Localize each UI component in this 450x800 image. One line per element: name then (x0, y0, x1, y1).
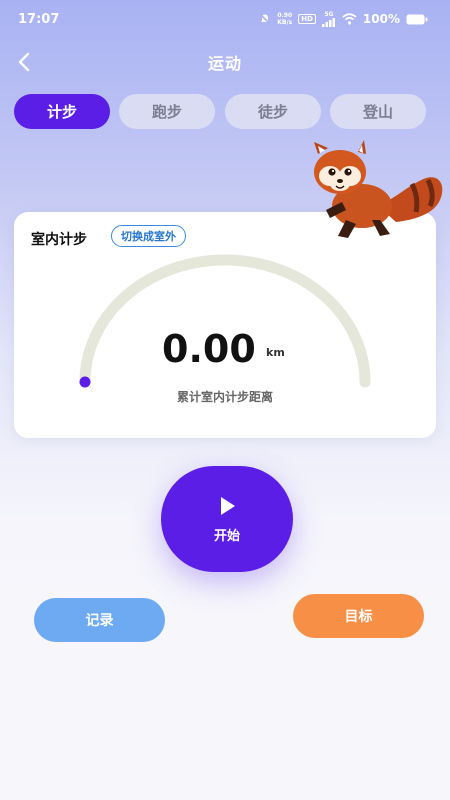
tab-label: 计步 (46, 103, 77, 121)
tab-label: 登山 (362, 103, 393, 121)
net-speed-value: 0.90 (277, 12, 293, 19)
sport-tabs: 计步 跑步 徒步 登山 (14, 94, 426, 130)
tab-hiking[interactable]: 徒步 (225, 94, 321, 129)
play-icon (221, 496, 235, 515)
status-time: 17:07 (18, 11, 60, 27)
status-icons: 0.90 KB/s HD 5G 100% (259, 11, 428, 27)
status-bar: 17:07 0.90 KB/s HD 5G 100% (0, 0, 450, 38)
header: 运动 (0, 42, 450, 82)
start-label: 开始 (213, 528, 240, 544)
signal-icon: 5G (321, 11, 336, 27)
distance-label: 累计室内计步距离 (176, 390, 273, 404)
step-card: 室内计步 切换成室外 0.00 km 累计室内计步距离 (14, 212, 436, 438)
net-speed-unit: KB/s (277, 19, 293, 26)
distance-value: 0.00 (162, 327, 256, 371)
signal-bars-icon (321, 17, 335, 27)
chevron-left-icon[interactable] (14, 50, 36, 74)
goal-button[interactable]: 目标 (293, 594, 424, 638)
red-panda-mascot (314, 140, 443, 238)
net-speed: 0.90 KB/s (277, 12, 292, 26)
hd-badge: HD (298, 14, 316, 24)
tab-label: 徒步 (257, 103, 288, 121)
battery-icon (406, 14, 428, 24)
wifi-icon (342, 13, 357, 25)
mute-icon (260, 13, 271, 25)
tab-climbing[interactable]: 登山 (330, 94, 426, 129)
tab-step-count[interactable]: 计步 (14, 94, 110, 129)
battery-text: 100% (362, 12, 400, 26)
distance-unit: km (266, 346, 285, 359)
record-button[interactable]: 记录 (34, 598, 165, 642)
tab-label: 跑步 (151, 103, 182, 121)
start-button[interactable]: 开始 (161, 466, 293, 572)
page-title: 运动 (207, 54, 242, 73)
tab-running[interactable]: 跑步 (119, 94, 215, 129)
